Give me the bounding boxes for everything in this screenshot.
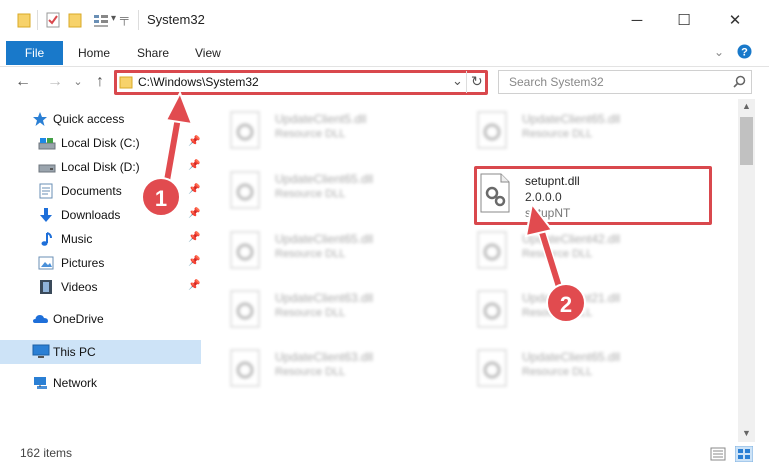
annotation-arrows — [160, 90, 565, 295]
details-view-icon[interactable] — [710, 447, 726, 461]
step-badge-2: 2 — [546, 283, 586, 323]
step-badge-1: 1 — [141, 177, 181, 217]
item-count: 162 items — [20, 446, 73, 460]
status-bar — [0, 442, 769, 476]
large-icons-view-icon[interactable] — [735, 446, 753, 462]
